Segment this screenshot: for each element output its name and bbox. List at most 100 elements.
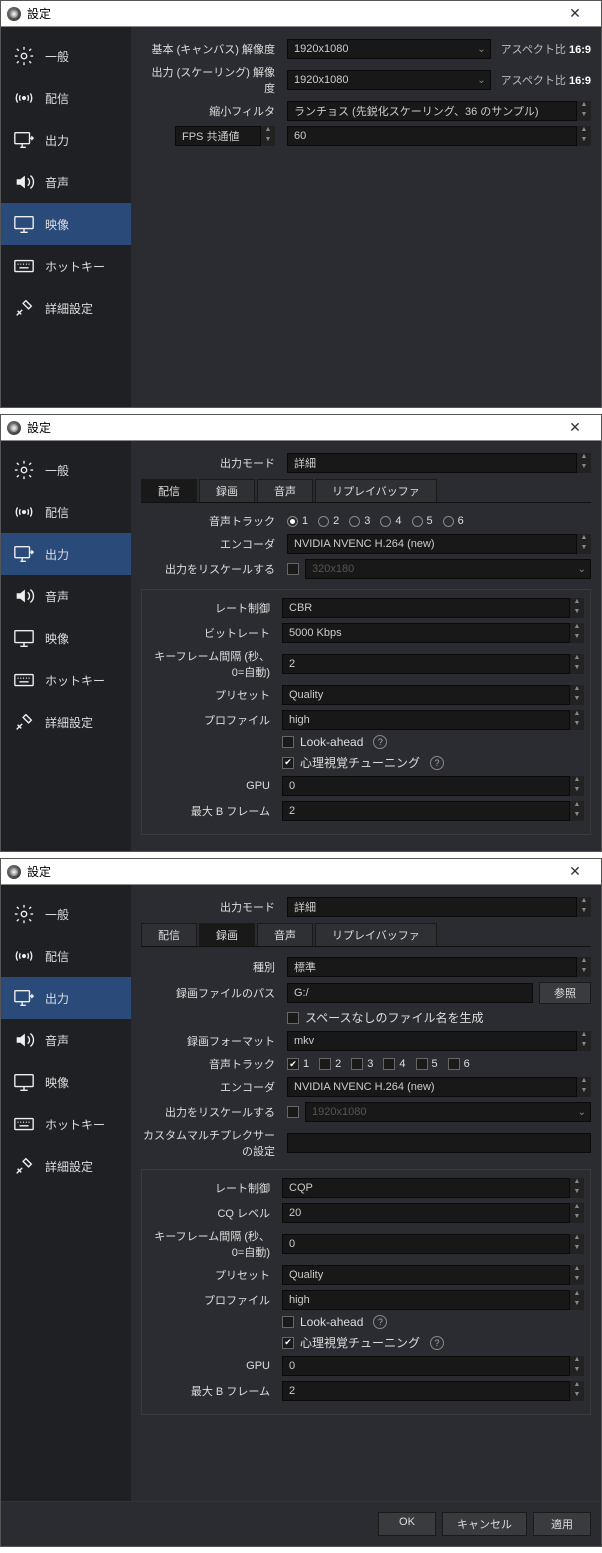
help-icon[interactable]: ? <box>430 1336 444 1350</box>
nospace-checkbox[interactable] <box>287 1012 299 1024</box>
ok-button[interactable]: OK <box>378 1512 436 1536</box>
track-check-3[interactable]: 3 <box>351 1058 373 1070</box>
window-title: 設定 <box>27 863 555 880</box>
apply-button[interactable]: 適用 <box>533 1512 591 1536</box>
lookahead-checkbox[interactable] <box>282 736 294 748</box>
lookahead-label: Look-ahead <box>300 1315 363 1329</box>
tab-audio[interactable]: 音声 <box>257 923 313 946</box>
bitrate-input[interactable]: 5000 Kbps <box>282 623 570 643</box>
sidebar-item-general[interactable]: 一般 <box>1 449 131 491</box>
track-radio-5[interactable]: 5 <box>412 515 433 527</box>
path-input[interactable]: G:/ <box>287 983 533 1003</box>
format-select[interactable]: mkv <box>287 1031 577 1051</box>
sidebar-item-hotkey[interactable]: ホットキー <box>1 1103 131 1145</box>
lookahead-checkbox[interactable] <box>282 1316 294 1328</box>
tab-replay[interactable]: リプレイバッファ <box>315 479 437 502</box>
nospace-label: スペースなしのファイル名を生成 <box>305 1009 484 1026</box>
sidebar-item-general[interactable]: 一般 <box>1 893 131 935</box>
sidebar-item-stream[interactable]: 配信 <box>1 77 131 119</box>
track-radio-3[interactable]: 3 <box>349 515 370 527</box>
spinner-icon[interactable]: ▲▼ <box>577 534 591 554</box>
tab-stream[interactable]: 配信 <box>141 479 197 502</box>
sidebar-item-output[interactable]: 出力 <box>1 533 131 575</box>
preset-select[interactable]: Quality <box>282 685 570 705</box>
tab-stream[interactable]: 配信 <box>141 923 197 946</box>
filter-select[interactable]: ランチョス (先鋭化スケーリング、36 のサンプル) <box>287 101 577 121</box>
out-res-select[interactable]: 1920x1080⌄ <box>287 70 491 90</box>
bframe-input[interactable]: 2 <box>282 801 570 821</box>
titlebar: 設定 ✕ <box>1 415 601 441</box>
track-check-6[interactable]: 6 <box>448 1058 470 1070</box>
output-mode-select[interactable]: 詳細 <box>287 453 577 473</box>
rescale-res-select: 1920x1080⌄ <box>305 1102 591 1122</box>
preset-select[interactable]: Quality <box>282 1265 570 1285</box>
track-check-1[interactable]: 1 <box>287 1058 309 1070</box>
sidebar-item-stream[interactable]: 配信 <box>1 935 131 977</box>
sidebar-item-audio[interactable]: 音声 <box>1 575 131 617</box>
tab-audio[interactable]: 音声 <box>257 479 313 502</box>
spinner-icon[interactable]: ▲▼ <box>577 126 591 146</box>
rescale-checkbox[interactable] <box>287 563 299 575</box>
fps-value-select[interactable]: 60 <box>287 126 577 146</box>
bframe-input[interactable]: 2 <box>282 1381 570 1401</box>
close-icon[interactable]: ✕ <box>555 5 595 22</box>
tab-replay[interactable]: リプレイバッファ <box>315 923 437 946</box>
track-radio-1[interactable]: 1 <box>287 515 308 527</box>
sidebar-item-output[interactable]: 出力 <box>1 119 131 161</box>
rate-control-select[interactable]: CBR <box>282 598 570 618</box>
spinner-icon[interactable]: ▲▼ <box>577 453 591 473</box>
muxer-input[interactable] <box>287 1133 591 1153</box>
monitor-icon <box>13 627 35 649</box>
close-icon[interactable]: ✕ <box>555 419 595 436</box>
sidebar-item-stream[interactable]: 配信 <box>1 491 131 533</box>
close-icon[interactable]: ✕ <box>555 863 595 880</box>
profile-select[interactable]: high <box>282 1290 570 1310</box>
sidebar-item-hotkey[interactable]: ホットキー <box>1 659 131 701</box>
track-check-4[interactable]: 4 <box>383 1058 405 1070</box>
help-icon[interactable]: ? <box>373 735 387 749</box>
sidebar-item-advanced[interactable]: 詳細設定 <box>1 1145 131 1187</box>
sidebar-item-video[interactable]: 映像 <box>1 1061 131 1103</box>
track-radio-4[interactable]: 4 <box>380 515 401 527</box>
sidebar-item-output[interactable]: 出力 <box>1 977 131 1019</box>
profile-select[interactable]: high <box>282 710 570 730</box>
base-res-select[interactable]: 1920x1080⌄ <box>287 39 491 59</box>
sidebar-item-audio[interactable]: 音声 <box>1 161 131 203</box>
sidebar-item-advanced[interactable]: 詳細設定 <box>1 287 131 329</box>
sidebar-item-video[interactable]: 映像 <box>1 203 131 245</box>
spinner-icon[interactable]: ▲▼ <box>261 126 275 146</box>
rescale-checkbox[interactable] <box>287 1106 299 1118</box>
track-radio-2[interactable]: 2 <box>318 515 339 527</box>
track-check-2[interactable]: 2 <box>319 1058 341 1070</box>
gpu-input[interactable]: 0 <box>282 776 570 796</box>
psycho-checkbox[interactable] <box>282 1337 294 1349</box>
cancel-button[interactable]: キャンセル <box>442 1512 527 1536</box>
cq-input[interactable]: 20 <box>282 1203 570 1223</box>
tab-record[interactable]: 録画 <box>199 479 255 502</box>
psycho-checkbox[interactable] <box>282 757 294 769</box>
gpu-input[interactable]: 0 <box>282 1356 570 1376</box>
sidebar-item-audio[interactable]: 音声 <box>1 1019 131 1061</box>
keyframe-input[interactable]: 0 <box>282 1234 570 1254</box>
tab-record[interactable]: 録画 <box>199 923 255 946</box>
track-radio-6[interactable]: 6 <box>443 515 464 527</box>
track-check-5[interactable]: 5 <box>416 1058 438 1070</box>
output-mode-select[interactable]: 詳細 <box>287 897 577 917</box>
keyboard-icon <box>13 669 35 691</box>
sidebar-item-advanced[interactable]: 詳細設定 <box>1 701 131 743</box>
sidebar-item-video[interactable]: 映像 <box>1 617 131 659</box>
help-icon[interactable]: ? <box>430 756 444 770</box>
rate-control-select[interactable]: CQP <box>282 1178 570 1198</box>
help-icon[interactable]: ? <box>373 1315 387 1329</box>
encoder-select[interactable]: NVIDIA NVENC H.264 (new) <box>287 1077 577 1097</box>
sidebar-item-general[interactable]: 一般 <box>1 35 131 77</box>
sidebar-item-hotkey[interactable]: ホットキー <box>1 245 131 287</box>
spinner-icon[interactable]: ▲▼ <box>577 101 591 121</box>
keyframe-input[interactable]: 2 <box>282 654 570 674</box>
sidebar: 一般 配信 出力 音声 映像 ホットキー 詳細設定 <box>1 885 131 1501</box>
fps-type-select[interactable]: FPS 共通値 <box>175 126 261 146</box>
encoder-select[interactable]: NVIDIA NVENC H.264 (new) <box>287 534 577 554</box>
preset-label: プリセット <box>148 1267 276 1283</box>
type-select[interactable]: 標準 <box>287 957 577 977</box>
browse-button[interactable]: 参照 <box>539 982 591 1004</box>
